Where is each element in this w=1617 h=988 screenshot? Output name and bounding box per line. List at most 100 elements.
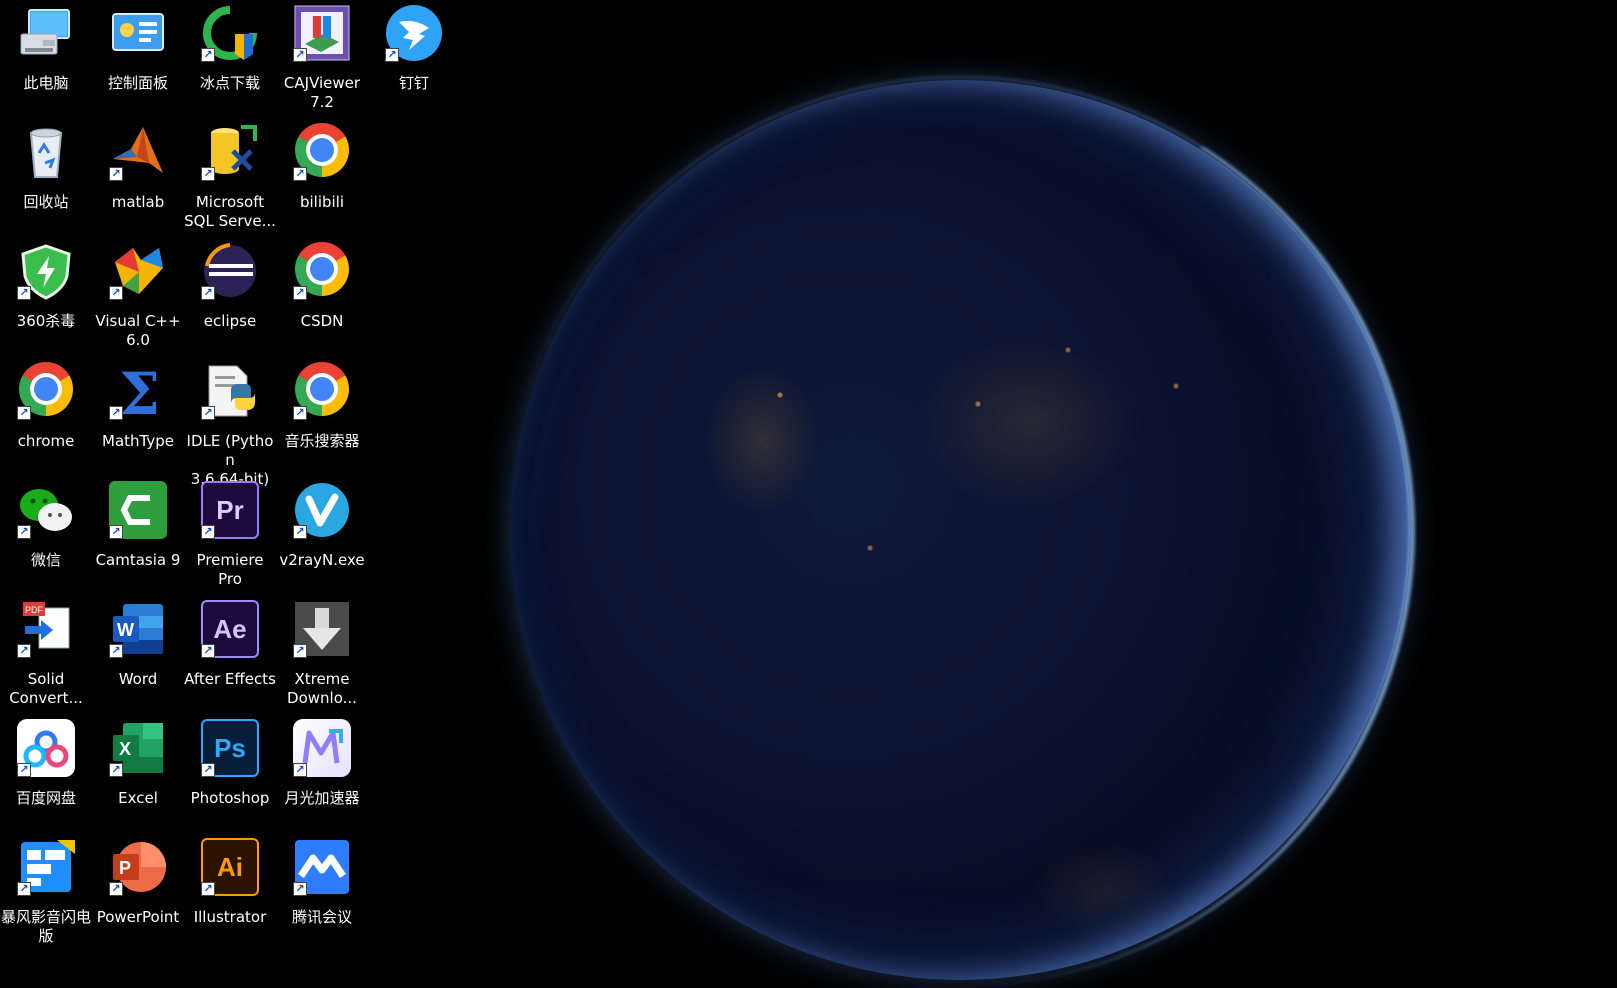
shortcut-arrow-icon: ↗	[109, 286, 123, 300]
chrome-icon: ↗	[17, 362, 75, 420]
cajviewer-icon: ↗	[293, 4, 351, 62]
desktop-icon-360-antivirus[interactable]: ↗ 360杀毒	[0, 240, 92, 331]
desktop-icon-photoshop[interactable]: Ps ↗ Photoshop	[184, 717, 276, 808]
desktop-icon-label: CSDN	[300, 312, 344, 330]
desktop-icon-label: Xtreme Downlo...	[287, 670, 357, 707]
desktop-icon-label: Illustrator	[193, 908, 267, 926]
baofeng-player-icon: ↗	[17, 838, 75, 896]
desktop-icon-cajviewer[interactable]: ↗ CAJViewer 7.2	[276, 2, 368, 112]
mathtype-icon: Σ ↗	[109, 360, 167, 428]
svg-text:X: X	[119, 739, 131, 759]
desktop-icon-label: Excel	[118, 789, 158, 807]
camtasia-icon: ↗	[109, 481, 167, 539]
word-icon: W ↗	[109, 600, 167, 658]
illustrator-icon: Ai ↗	[201, 838, 259, 896]
shortcut-arrow-icon: ↗	[109, 882, 123, 896]
desktop-icon-wechat[interactable]: ↗ 微信	[0, 479, 92, 570]
desktop-icon-eclipse[interactable]: ↗ eclipse	[184, 240, 276, 331]
baidu-netdisk-icon: ↗	[17, 719, 75, 777]
desktop-icon-control-panel[interactable]: 控制面板	[92, 2, 184, 93]
desktop-icon-label: After Effects	[184, 670, 276, 688]
desktop-icon-baidu-netdisk[interactable]: ↗ 百度网盘	[0, 717, 92, 808]
desktop-icon-music-search[interactable]: ↗ 音乐搜索器	[276, 360, 368, 451]
desktop-icon-label: chrome	[17, 432, 75, 450]
desktop-icon-bingdian-download[interactable]: ↗ 冰点下载	[184, 2, 276, 93]
desktop-icon-label: Photoshop	[190, 789, 270, 807]
desktop-icon-label: matlab	[111, 193, 165, 211]
after-effects-icon: Ae ↗	[201, 600, 259, 658]
shortcut-arrow-icon: ↗	[293, 406, 307, 420]
desktop-icon-v2rayn[interactable]: ↗ v2rayN.exe	[276, 479, 368, 570]
desktop-icon-after-effects[interactable]: Ae ↗ After Effects	[184, 598, 276, 689]
desktop-icon-word[interactable]: W ↗ Word	[92, 598, 184, 689]
desktop-icon-excel[interactable]: X ↗ Excel	[92, 717, 184, 808]
chrome-icon: ↗	[293, 362, 351, 420]
desktop-icon-label: 360杀毒	[16, 312, 76, 330]
svg-text:P: P	[119, 858, 131, 878]
control-panel-icon	[109, 4, 167, 62]
desktop-icon-illustrator[interactable]: Ai ↗ Illustrator	[184, 836, 276, 927]
desktop-icon-label: 回收站	[23, 193, 69, 211]
desktop-icon-label: 微信	[30, 551, 61, 569]
desktop-icon-label: bilibili	[299, 193, 345, 211]
desktop-icon-label: Camtasia 9	[95, 551, 181, 569]
desktop-icon-label: 腾讯会议	[291, 908, 352, 926]
bingdian-download-icon: ↗	[201, 4, 259, 62]
shortcut-arrow-icon: ↗	[201, 48, 215, 62]
desktop-icon-mathtype[interactable]: Σ ↗ MathType	[92, 360, 184, 451]
wechat-icon: ↗	[17, 481, 75, 539]
matlab-icon: ↗	[109, 123, 167, 181]
desktop-icon-label: Word	[118, 670, 158, 688]
desktop-icon-label: 钉钉	[398, 74, 429, 92]
desktop-icon-csdn[interactable]: ↗ CSDN	[276, 240, 368, 331]
shortcut-arrow-icon: ↗	[385, 48, 399, 62]
desktop-icon-matlab[interactable]: ↗ matlab	[92, 121, 184, 212]
shortcut-arrow-icon: ↗	[293, 763, 307, 777]
shortcut-arrow-icon: ↗	[201, 167, 215, 181]
desktop-icon-visual-cpp[interactable]: ↗ Visual C++ 6.0	[92, 240, 184, 350]
shortcut-arrow-icon: ↗	[109, 763, 123, 777]
desktop-icon-dingtalk[interactable]: ↗ 钉钉	[368, 2, 460, 93]
desktop-icon-baofeng-player[interactable]: ↗ 暴风影音闪电 版	[0, 836, 92, 946]
desktop-icon-powerpoint[interactable]: P ↗ PowerPoint	[92, 836, 184, 927]
desktop-icon-solid-converter[interactable]: PDF ↗ Solid Convert...	[0, 598, 92, 708]
desktop-icon-xtreme-download[interactable]: ↗ Xtreme Downlo...	[276, 598, 368, 708]
desktop-icon-label: Premiere Pro	[196, 551, 264, 588]
shortcut-arrow-icon: ↗	[293, 286, 307, 300]
shortcut-arrow-icon: ↗	[17, 644, 31, 658]
desktop-icon-sql-server[interactable]: ↗ Microsoft SQL Serve...	[184, 121, 276, 231]
shortcut-arrow-icon: ↗	[293, 882, 307, 896]
shortcut-arrow-icon: ↗	[17, 286, 31, 300]
desktop-icon-label: CAJViewer 7.2	[283, 74, 361, 111]
shortcut-arrow-icon: ↗	[201, 286, 215, 300]
excel-icon: X ↗	[109, 719, 167, 777]
desktop-icon-label: Microsoft SQL Serve...	[184, 193, 276, 230]
shortcut-arrow-icon: ↗	[293, 48, 307, 62]
python-idle-icon: ↗	[201, 362, 259, 420]
photoshop-icon: Ps ↗	[201, 719, 259, 777]
desktop-icon-moonlight-accelerator[interactable]: ↗ 月光加速器	[276, 717, 368, 808]
shortcut-arrow-icon: ↗	[109, 644, 123, 658]
shortcut-arrow-icon: ↗	[293, 644, 307, 658]
desktop-icon-label: 此电脑	[23, 74, 69, 92]
desktop-icon-python-idle[interactable]: ↗ IDLE (Python 3.6 64-bit)	[184, 360, 276, 489]
computer-icon	[17, 4, 75, 62]
premiere-pro-icon: Pr ↗	[201, 481, 259, 539]
desktop: 此电脑 回收站 ↗ 360杀毒 ↗ chrome ↗ 微信 PDF ↗ Soli…	[0, 0, 1617, 988]
desktop-icon-chrome[interactable]: ↗ chrome	[0, 360, 92, 451]
desktop-icon-camtasia[interactable]: ↗ Camtasia 9	[92, 479, 184, 570]
desktop-icon-label: v2rayN.exe	[279, 551, 365, 569]
desktop-icon-label: Solid Convert...	[9, 670, 83, 707]
desktop-icon-recycle-bin[interactable]: 回收站	[0, 121, 92, 212]
desktop-icon-this-pc[interactable]: 此电脑	[0, 2, 92, 93]
visual-cpp-icon: ↗	[109, 242, 167, 300]
svg-text:Σ: Σ	[119, 362, 160, 420]
shortcut-arrow-icon: ↗	[17, 525, 31, 539]
desktop-icon-tencent-meeting[interactable]: ↗ 腾讯会议	[276, 836, 368, 927]
shortcut-arrow-icon: ↗	[201, 525, 215, 539]
shortcut-arrow-icon: ↗	[17, 406, 31, 420]
desktop-icon-bilibili[interactable]: ↗ bilibili	[276, 121, 368, 212]
xtreme-download-icon: ↗	[293, 600, 351, 658]
360-antivirus-icon: ↗	[17, 242, 75, 300]
desktop-icon-premiere-pro[interactable]: Pr ↗ Premiere Pro	[184, 479, 276, 589]
